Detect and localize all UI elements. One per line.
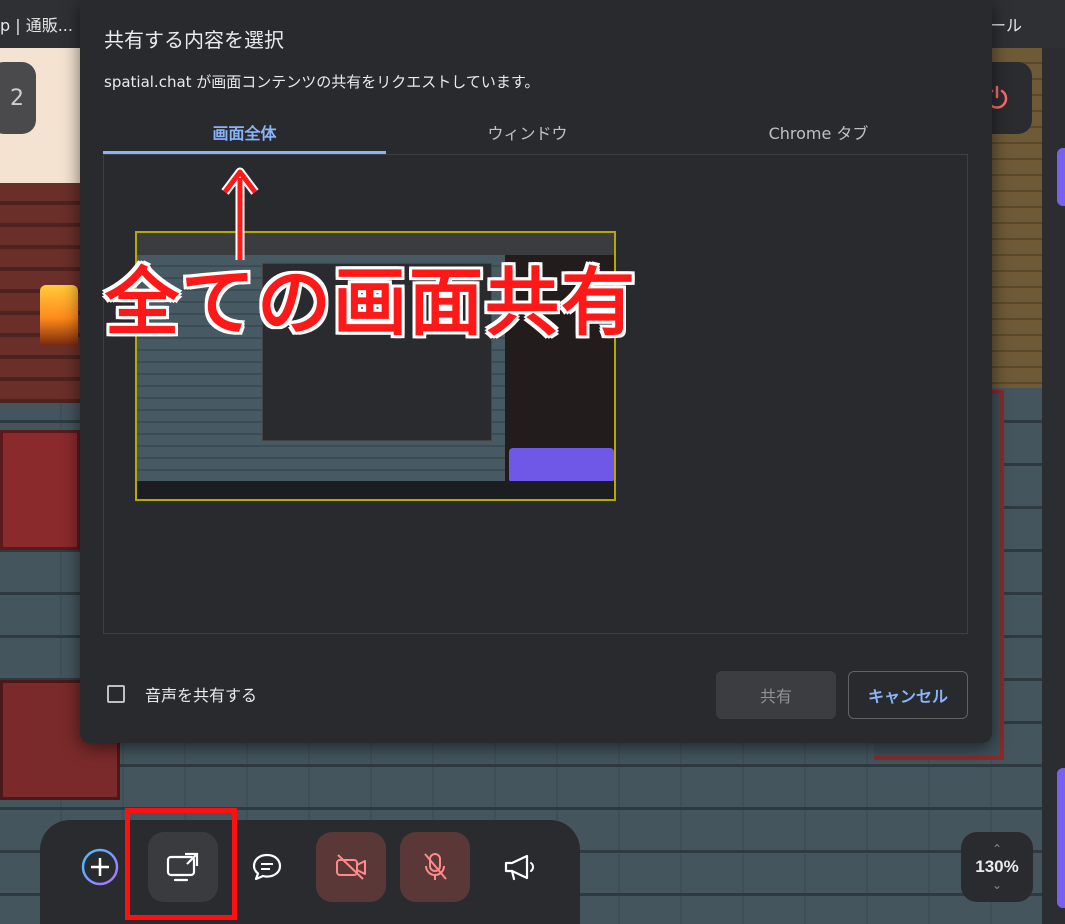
zoom-down-chevron-icon[interactable]: ⌄ <box>992 879 1002 891</box>
tab-window[interactable]: ウィンドウ <box>386 110 669 154</box>
microphone-toggle-button[interactable] <box>400 832 470 902</box>
chat-button[interactable] <box>232 832 302 902</box>
screen-share-highlight-annotation <box>125 808 237 920</box>
share-audio-checkbox[interactable] <box>107 685 125 703</box>
cancel-button[interactable]: キャンセル <box>848 671 968 719</box>
side-panel-tab-top[interactable] <box>1057 148 1065 206</box>
annotation-up-arrow-icon <box>221 167 259 260</box>
camera-off-icon <box>336 854 366 880</box>
tab-chrome-tab[interactable]: Chrome タブ <box>669 110 968 154</box>
share-audio-label: 音声を共有する <box>145 686 258 705</box>
zoom-control[interactable]: ⌃ 130% ⌄ <box>961 832 1033 902</box>
share-picker-dialog: 共有する内容を選択 spatial.chat が画面コンテンツの共有をリクエスト… <box>80 0 992 743</box>
thumbnail-purple-card <box>509 448 614 483</box>
camera-toggle-button[interactable] <box>316 832 386 902</box>
tab-entire-screen[interactable]: 画面全体 <box>103 110 386 154</box>
mic-off-icon <box>424 853 447 880</box>
broadcast-button[interactable] <box>484 832 554 902</box>
room-counter-text: 2 <box>10 85 24 111</box>
dialog-title: 共有する内容を選択 <box>104 28 284 52</box>
annotation-caption: 全ての画面共有 <box>105 260 637 346</box>
thumbnail-browser-bar <box>137 233 614 255</box>
chat-bubble-icon <box>252 853 282 881</box>
browser-tab-title-right[interactable]: ール <box>990 12 1022 36</box>
red-bench <box>0 430 80 550</box>
fireplace-flame <box>40 285 78 345</box>
side-panel-tab-bottom[interactable] <box>1057 768 1065 908</box>
plus-circle-icon <box>81 848 119 886</box>
room-counter-chip[interactable]: 2 <box>0 62 36 134</box>
dialog-subtitle: spatial.chat が画面コンテンツの共有をリクエストしています。 <box>104 73 540 91</box>
megaphone-icon <box>504 854 534 881</box>
thumbnail-taskbar <box>137 481 614 499</box>
share-button[interactable]: 共有 <box>716 671 836 719</box>
share-audio-option[interactable]: 音声を共有する <box>107 682 257 706</box>
zoom-up-chevron-icon[interactable]: ⌃ <box>992 843 1002 855</box>
browser-tab-title-left[interactable]: p | 通販... <box>0 12 73 36</box>
share-source-tabs: 画面全体 ウィンドウ Chrome タブ <box>103 110 968 156</box>
zoom-level: 130% <box>975 857 1019 876</box>
